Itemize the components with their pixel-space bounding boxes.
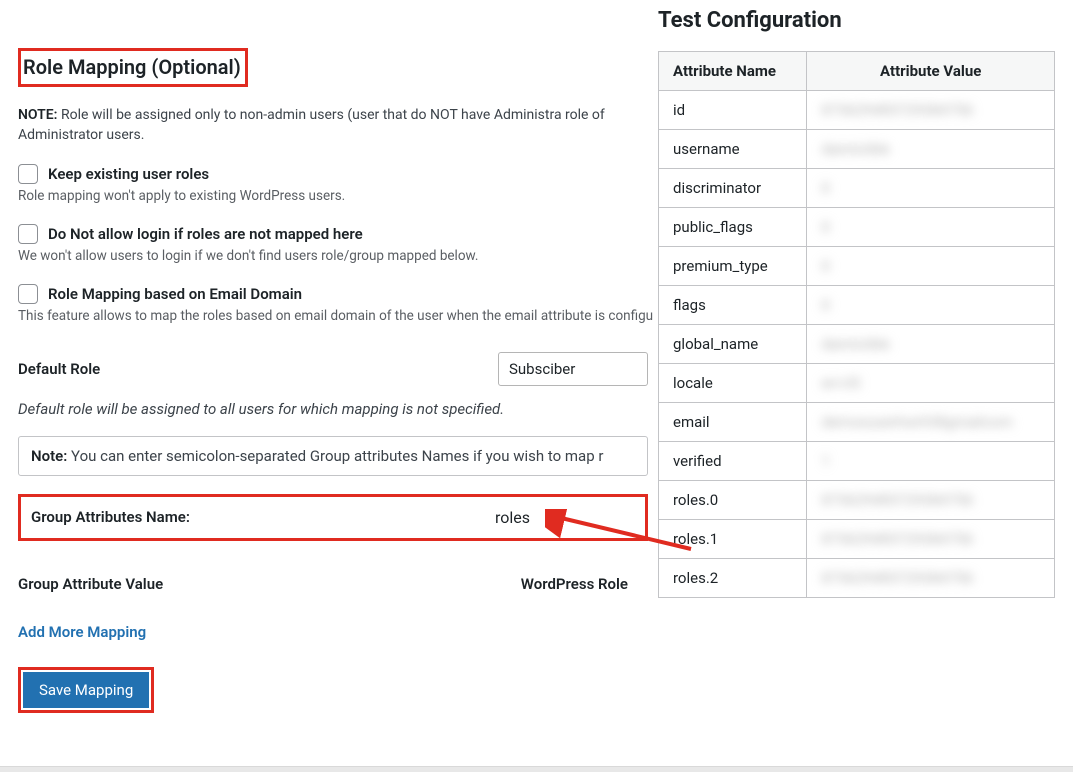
table-row: roles.0873629485729384756: [659, 481, 1055, 520]
attr-value-cell: dannicible: [807, 130, 1055, 169]
section-title-role-mapping: Role Mapping (Optional): [18, 48, 248, 87]
page-footer-divider: [0, 766, 1073, 772]
test-configuration-panel: Test Configuration Attribute Name Attrib…: [658, 0, 1073, 772]
note-box-text: You can enter semicolon-separated Group …: [67, 447, 603, 465]
group-attr-note-box: Note: You can enter semicolon-separated …: [18, 436, 648, 476]
checkbox-icon[interactable]: [18, 284, 38, 304]
checkbox-icon[interactable]: [18, 224, 38, 244]
col-header-group-attr-value: Group Attribute Value: [18, 575, 521, 593]
attr-name-cell: roles.1: [659, 520, 807, 559]
attr-value-cell: en-US: [807, 364, 1055, 403]
attr-value-cell: 873629485729384756: [807, 520, 1055, 559]
attr-name-cell: roles.2: [659, 559, 807, 598]
save-mapping-button[interactable]: Save Mapping: [23, 672, 149, 708]
table-row: public_flags0: [659, 208, 1055, 247]
attr-name-cell: flags: [659, 286, 807, 325]
select-value: Subsciber: [509, 360, 575, 378]
attr-value-cell: demosuserhwrh58gmailcom: [807, 403, 1055, 442]
attr-value-cell: 0: [807, 286, 1055, 325]
option-block-unmapped-login[interactable]: Do Not allow login if roles are not mapp…: [18, 224, 658, 244]
attr-value-cell: 0: [807, 169, 1055, 208]
attr-name-cell: locale: [659, 364, 807, 403]
default-role-select[interactable]: Subsciber: [498, 352, 648, 386]
attr-value-cell: 0: [807, 247, 1055, 286]
role-mapping-panel: Role Mapping (Optional) NOTE: Role will …: [18, 0, 658, 772]
option-email-domain-mapping[interactable]: Role Mapping based on Email Domain: [18, 284, 658, 304]
attr-name-cell: roles.0: [659, 481, 807, 520]
role-mapping-note: NOTE: Role will be assigned only to non-…: [18, 105, 658, 146]
table-row: emaildemosuserhwrh58gmailcom: [659, 403, 1055, 442]
option-label: Do Not allow login if roles are not mapp…: [48, 225, 363, 243]
col-header-wp-role: WordPress Role: [521, 575, 628, 593]
attr-value-cell: 1: [807, 442, 1055, 481]
note-box-label: Note:: [31, 447, 67, 465]
table-row: global_namedannicible: [659, 325, 1055, 364]
option-label: Role Mapping based on Email Domain: [48, 285, 302, 303]
option-keep-existing-roles[interactable]: Keep existing user roles: [18, 164, 658, 184]
table-row: id873629485729384756: [659, 91, 1055, 130]
table-row: localeen-US: [659, 364, 1055, 403]
option-desc: This feature allows to map the roles bas…: [18, 308, 658, 324]
checkbox-icon[interactable]: [18, 164, 38, 184]
default-role-label: Default Role: [18, 360, 108, 378]
attr-value-cell: 873629485729384756: [807, 481, 1055, 520]
attributes-table: Attribute Name Attribute Value id8736294…: [658, 51, 1055, 598]
group-attributes-row: Group Attributes Name:: [18, 494, 648, 541]
attr-name-cell: public_flags: [659, 208, 807, 247]
th-attribute-value: Attribute Value: [807, 52, 1055, 91]
attr-name-cell: premium_type: [659, 247, 807, 286]
note-text: Role will be assigned only to non-admin …: [18, 107, 605, 143]
mapping-columns-header: Group Attribute Value WordPress Role: [18, 575, 648, 593]
option-label: Keep existing user roles: [48, 165, 209, 183]
option-desc: Role mapping won't apply to existing Wor…: [18, 188, 658, 204]
attr-value-cell: 873629485729384756: [807, 559, 1055, 598]
default-role-desc: Default role will be assigned to all use…: [18, 400, 658, 418]
th-attribute-name: Attribute Name: [659, 52, 807, 91]
attr-name-cell: username: [659, 130, 807, 169]
attr-name-cell: global_name: [659, 325, 807, 364]
table-row: usernamedannicible: [659, 130, 1055, 169]
attr-name-cell: id: [659, 91, 807, 130]
attr-value-cell: 0: [807, 208, 1055, 247]
save-mapping-highlight: Save Mapping: [18, 667, 154, 713]
attr-name-cell: discriminator: [659, 169, 807, 208]
attr-value-cell: dannicible: [807, 325, 1055, 364]
group-attributes-label: Group Attributes Name:: [31, 508, 495, 526]
attr-name-cell: email: [659, 403, 807, 442]
option-desc: We won't allow users to login if we don'…: [18, 248, 658, 264]
attr-value-cell: 873629485729384756: [807, 91, 1055, 130]
table-row: premium_type0: [659, 247, 1055, 286]
note-label: NOTE:: [18, 107, 57, 123]
add-more-mapping-link[interactable]: Add More Mapping: [18, 623, 146, 641]
table-row: discriminator0: [659, 169, 1055, 208]
attr-name-cell: verified: [659, 442, 807, 481]
table-row: verified1: [659, 442, 1055, 481]
default-role-row: Default Role Subsciber: [18, 352, 658, 386]
group-attributes-input[interactable]: [495, 505, 635, 530]
test-config-title: Test Configuration: [658, 8, 1055, 33]
table-row: roles.1873629485729384756: [659, 520, 1055, 559]
table-row: flags0: [659, 286, 1055, 325]
table-row: roles.2873629485729384756: [659, 559, 1055, 598]
